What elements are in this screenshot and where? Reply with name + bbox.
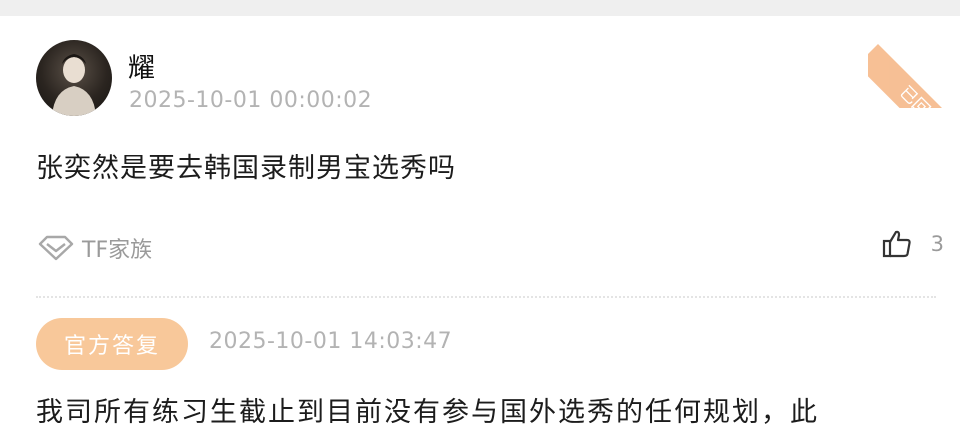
username[interactable]: 耀	[128, 46, 155, 85]
comment-card: 耀 2025-10-01 00:00:02 张奕然是要去韩国录制男宝选秀吗 TF…	[0, 16, 960, 439]
comment-text: 张奕然是要去韩国录制男宝选秀吗	[36, 153, 456, 184]
comment-timestamp: 2025-10-01 00:00:02	[129, 88, 373, 113]
divider	[36, 296, 936, 298]
avatar[interactable]	[36, 40, 112, 116]
like-count: 3	[930, 232, 944, 256]
thumbs-up-icon	[882, 230, 911, 258]
diamond-tag-icon	[38, 235, 74, 261]
top-strip	[0, 0, 960, 16]
avatar-person-icon	[52, 54, 96, 116]
topic-tag[interactable]: TF家族	[36, 232, 152, 264]
replied-stamp-label: 已回复	[868, 44, 960, 108]
reply-text: 我司所有练习生截止到目前没有参与国外选秀的任何规划，此	[36, 397, 819, 428]
official-reply-badge: 官方答复	[36, 318, 188, 370]
like-button[interactable]: 3	[881, 228, 944, 260]
topic-tag-label: TF家族	[82, 238, 153, 263]
replied-stamp: 已回复	[868, 16, 960, 108]
reply-timestamp: 2025-10-01 14:03:47	[209, 329, 453, 354]
